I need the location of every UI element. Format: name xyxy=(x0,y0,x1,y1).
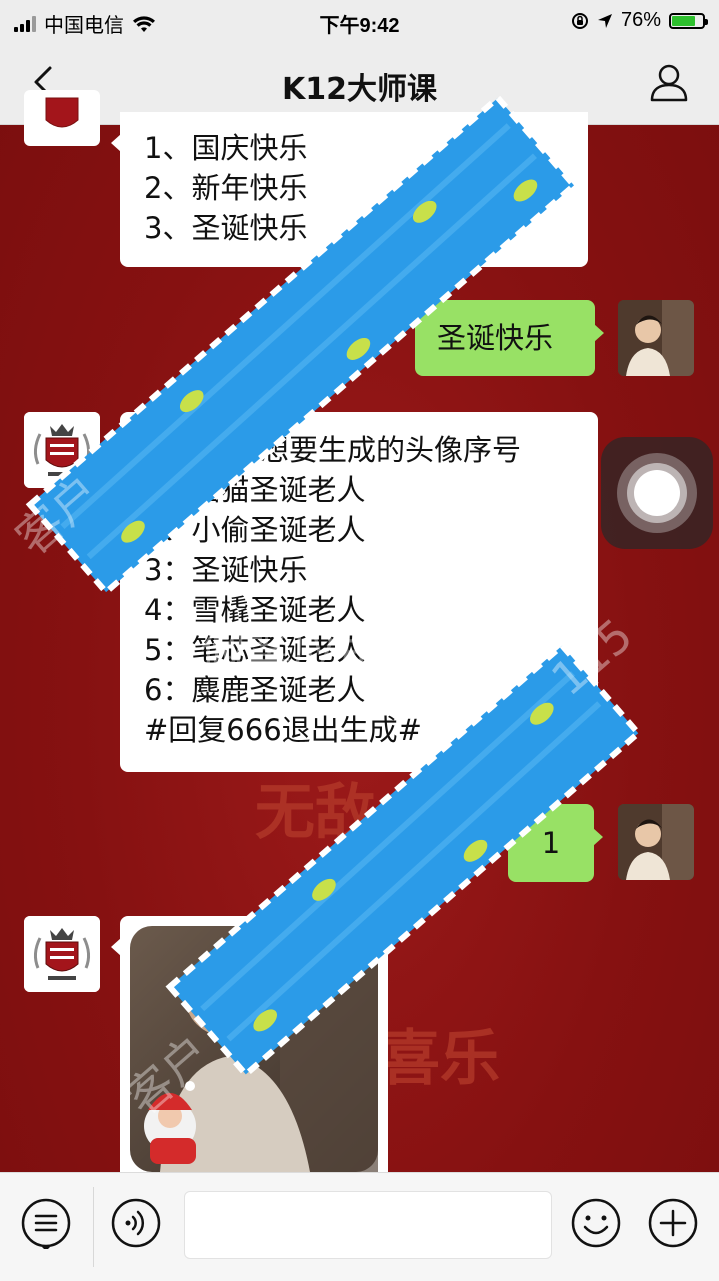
message-bubble: 1、国庆快乐 2、新年快乐 3、圣诞快乐 xyxy=(111,112,588,267)
location-icon xyxy=(597,13,612,28)
message-input[interactable] xyxy=(184,1191,552,1259)
status-bar: 中国电信 下午9:42 76% xyxy=(0,0,719,40)
crest-logo-icon xyxy=(24,916,100,992)
user-avatar[interactable] xyxy=(618,804,694,880)
message-line: 2、新年快乐 xyxy=(144,171,308,205)
plus-icon[interactable] xyxy=(647,1197,699,1249)
message-line: 3、圣诞快乐 xyxy=(144,211,308,245)
background-text-2: 喜乐 xyxy=(380,1024,500,1094)
watermark-text: 微擎应用商城 xyxy=(200,621,476,675)
chat-info-button[interactable] xyxy=(647,60,691,104)
message-line: 请回复你想要生成的头像序号 xyxy=(144,433,522,467)
crest-logo-icon xyxy=(45,97,79,128)
message-text: 圣诞快乐 xyxy=(437,321,554,355)
voice-icon[interactable] xyxy=(110,1197,162,1249)
message-line: #回复666退出生成# xyxy=(144,713,422,747)
assistive-touch-button[interactable] xyxy=(601,437,713,549)
user-avatar[interactable] xyxy=(618,300,694,376)
battery-percent: 76% xyxy=(620,9,661,31)
menu-icon[interactable] xyxy=(20,1197,72,1249)
bot-avatar[interactable] xyxy=(24,916,100,992)
message-line: 1：猫猫圣诞老人 xyxy=(144,473,366,507)
page-title: K12大师课 xyxy=(282,72,437,107)
emoji-icon[interactable] xyxy=(570,1197,622,1249)
message-line: 1、国庆快乐 xyxy=(144,131,308,165)
orientation-lock-icon xyxy=(571,12,588,29)
battery-icon xyxy=(669,12,708,29)
divider xyxy=(93,1187,94,1267)
bot-avatar[interactable] xyxy=(24,90,100,146)
message-line: 3：圣诞快乐 xyxy=(144,553,308,587)
background-text-1: 无敌 xyxy=(255,778,375,848)
message-bubble: 请回复你想要生成的头像序号 1：猫猫圣诞老人 2：小偷圣诞老人 3：圣诞快乐 4… xyxy=(111,412,598,772)
user-photo-icon xyxy=(618,300,694,376)
message-bubble-outgoing: 1 xyxy=(508,804,603,882)
user-photo-icon xyxy=(618,804,694,880)
message-text: 1 xyxy=(541,826,561,860)
message-line: 2：小偷圣诞老人 xyxy=(144,513,366,547)
message-bubble-outgoing: 圣诞快乐 xyxy=(415,300,604,376)
input-bar xyxy=(0,1172,719,1281)
